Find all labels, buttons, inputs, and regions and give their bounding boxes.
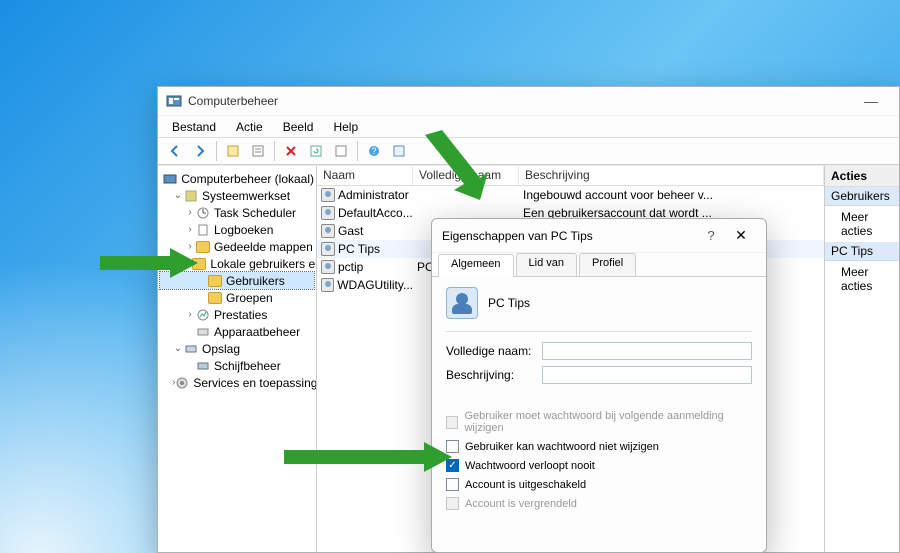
tree-performance[interactable]: ›Prestaties [160, 306, 314, 323]
actions-pane: Acties Gebruikers Meer acties PC Tips Me… [824, 166, 899, 552]
window-title: Computerbeheer [188, 94, 851, 108]
checkbox-mustchangepw: Gebruiker moet wachtwoord bij volgende a… [446, 410, 752, 434]
menu-file[interactable]: Bestand [164, 118, 224, 136]
description-label: Beschrijving: [446, 368, 542, 382]
view-button[interactable] [388, 140, 410, 162]
toolbar: ? [158, 137, 899, 165]
checkbox-cannotchangepw[interactable]: Gebruiker kan wachtwoord niet wijzigen [446, 440, 752, 453]
user-icon [321, 188, 335, 202]
dialog-title: Eigenschappen van PC Tips [442, 229, 696, 243]
user-icon [321, 224, 335, 238]
export-button[interactable] [330, 140, 352, 162]
close-button[interactable]: ✕ [726, 227, 756, 244]
delete-button[interactable] [280, 140, 302, 162]
up-button[interactable] [222, 140, 244, 162]
dialog-tabs: Algemeen Lid van Profiel [432, 253, 766, 277]
actions-header: Acties [825, 166, 899, 187]
checkbox-accountdisabled[interactable]: Account is uitgeschakeld [446, 478, 752, 491]
help-button[interactable]: ? [363, 140, 385, 162]
svg-text:?: ? [371, 146, 376, 156]
actions-group-pctips: PC Tips [825, 242, 899, 261]
titlebar[interactable]: Computerbeheer — [158, 87, 899, 115]
dialog-username: PC Tips [488, 296, 530, 310]
fullname-label: Volledige naam: [446, 344, 542, 358]
forward-button[interactable] [189, 140, 211, 162]
tree-devicemanager[interactable]: Apparaatbeheer [160, 323, 314, 340]
tree-diskmgmt[interactable]: Schijfbeheer [160, 357, 314, 374]
back-button[interactable] [164, 140, 186, 162]
user-icon [321, 278, 334, 292]
tree-groups[interactable]: Groepen [160, 289, 314, 306]
user-properties-dialog: Eigenschappen van PC Tips ? ✕ Algemeen L… [431, 218, 767, 553]
col-name[interactable]: Naam [317, 166, 413, 185]
user-icon [321, 260, 335, 274]
dialog-titlebar[interactable]: Eigenschappen van PC Tips ? ✕ [432, 219, 766, 253]
menu-help[interactable]: Help [325, 118, 366, 136]
tab-general[interactable]: Algemeen [438, 254, 514, 277]
tree-services[interactable]: ›Services en toepassingen [160, 374, 314, 391]
actions-moreactions-2[interactable]: Meer acties [825, 261, 899, 297]
checkbox-pwneverexpires[interactable]: ✓Wachtwoord verloopt nooit [446, 459, 752, 472]
tree-taskscheduler[interactable]: ›Task Scheduler [160, 204, 314, 221]
nav-tree: Computerbeheer (lokaal) ⌄Systeemwerkset … [158, 166, 317, 552]
user-large-icon [446, 287, 478, 319]
menubar: Bestand Actie Beeld Help [158, 115, 899, 137]
tree-eventlogs[interactable]: ›Logboeken [160, 221, 314, 238]
tree-users[interactable]: Gebruikers [160, 272, 314, 289]
minimize-button[interactable]: — [851, 93, 891, 109]
description-input[interactable] [542, 366, 752, 384]
checkbox-accountlocked: Account is vergrendeld [446, 497, 752, 510]
tree-sharedfolders[interactable]: ›Gedeelde mappen [160, 238, 314, 255]
app-icon [166, 93, 182, 109]
tree-localusersgroups[interactable]: ⌄Lokale gebruikers en gro [160, 255, 314, 272]
col-fullname[interactable]: Volledige naam [413, 166, 519, 185]
actions-group-users: Gebruikers [825, 187, 899, 206]
user-icon [321, 242, 335, 256]
tree-root[interactable]: Computerbeheer (lokaal) [160, 170, 314, 187]
tree-storage[interactable]: ⌄Opslag [160, 340, 314, 357]
refresh-button[interactable] [305, 140, 327, 162]
tab-memberof[interactable]: Lid van [516, 253, 577, 276]
list-header: Naam Volledige naam Beschrijving [317, 166, 824, 186]
properties-button[interactable] [247, 140, 269, 162]
actions-moreactions-1[interactable]: Meer acties [825, 206, 899, 242]
user-icon [321, 206, 335, 220]
tree-systools[interactable]: ⌄Systeemwerkset [160, 187, 314, 204]
fullname-input[interactable] [542, 342, 752, 360]
menu-action[interactable]: Actie [228, 118, 271, 136]
tab-profile[interactable]: Profiel [579, 253, 636, 276]
help-button[interactable]: ? [696, 228, 726, 243]
menu-view[interactable]: Beeld [275, 118, 322, 136]
col-desc[interactable]: Beschrijving [519, 166, 824, 185]
list-row[interactable]: AdministratorIngebouwd account voor behe… [317, 186, 824, 204]
